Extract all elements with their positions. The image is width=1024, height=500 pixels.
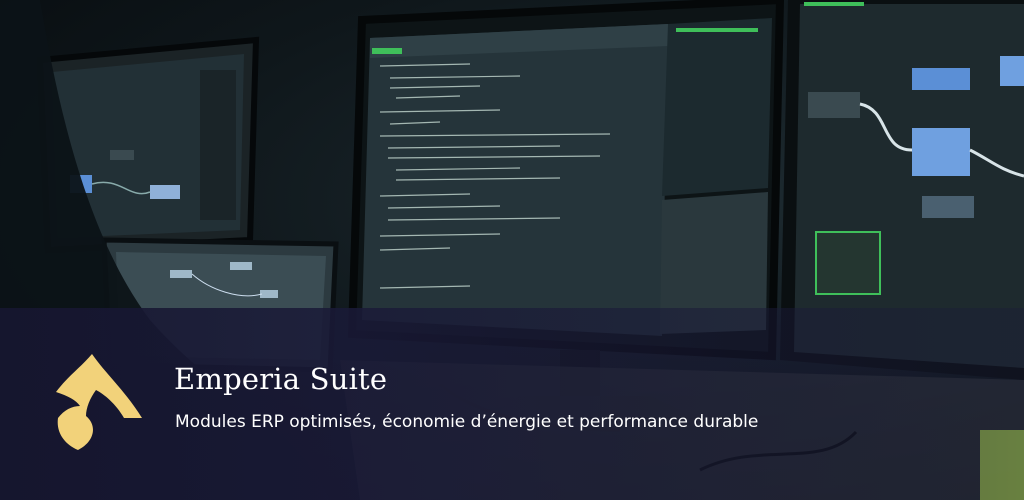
emperia-logo-icon: [56, 354, 142, 450]
caption-banner: [0, 308, 1024, 500]
hero-banner: Emperia Suite Modules ERP optimisés, éco…: [0, 0, 1024, 500]
product-title: Emperia Suite: [174, 362, 388, 396]
product-tagline: Modules ERP optimisés, économie d’énergi…: [175, 412, 759, 432]
center-monitor: [347, 0, 785, 361]
